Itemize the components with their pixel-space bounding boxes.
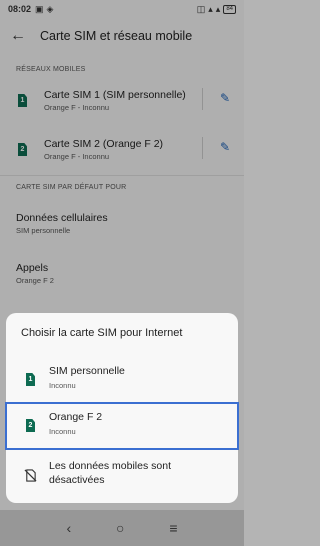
option-label: Orange F 2 xyxy=(49,411,103,423)
option-sub: Inconnu xyxy=(49,427,76,436)
sim-card-icon: 2 xyxy=(26,419,35,432)
option-label-line2: désactivées xyxy=(49,474,105,486)
option-label: SIM personnelle xyxy=(49,365,125,377)
option-label-line1: Les données mobiles sont xyxy=(49,460,171,472)
sim-off-icon xyxy=(24,469,37,482)
option-sub: Inconnu xyxy=(49,381,76,390)
option-data-disabled[interactable]: Les données mobiles sont désactivées xyxy=(6,453,238,499)
dialog-title: Choisir la carte SIM pour Internet xyxy=(21,327,183,339)
option-orange-f2[interactable]: 2 Orange F 2 Inconnu xyxy=(5,402,239,450)
sim-choice-dialog: Choisir la carte SIM pour Internet 1 SIM… xyxy=(5,313,239,503)
option-sim-personnelle[interactable]: 1 SIM personnelle Inconnu xyxy=(6,357,238,403)
sim-card-icon: 1 xyxy=(26,373,35,386)
